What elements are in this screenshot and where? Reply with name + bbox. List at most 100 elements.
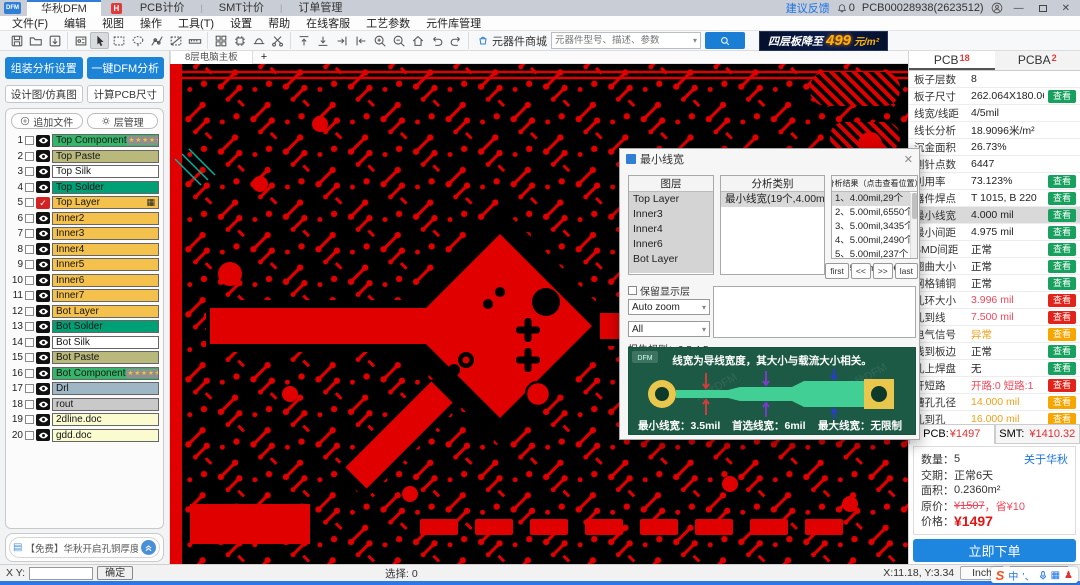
- layer-visibility-eye-icon[interactable]: [36, 305, 50, 317]
- area-select-icon[interactable]: [166, 32, 185, 49]
- component-icon[interactable]: [230, 32, 249, 49]
- dialog-close-icon[interactable]: ✕: [904, 153, 913, 166]
- redo-icon[interactable]: [446, 32, 465, 49]
- pager-button-<<[interactable]: <<: [851, 263, 871, 279]
- menu-item-帮助[interactable]: 帮助: [260, 15, 298, 31]
- analysis-row-槽孔孔径[interactable]: 槽孔孔径14.000 mil查看: [909, 394, 1080, 411]
- dialog-layer-item[interactable]: Bot Layer: [629, 252, 713, 267]
- layer-name-bar[interactable]: Inner5: [52, 258, 159, 271]
- promo-notice[interactable]: ▤ 【免费】华秋开启孔铜厚度检测活动: [9, 537, 160, 558]
- add-tab-button[interactable]: +: [253, 51, 275, 63]
- layer-row-Inner2[interactable]: 6Inner2: [9, 211, 160, 227]
- view-button[interactable]: 查看: [1048, 260, 1076, 273]
- align-bottom-icon[interactable]: [313, 32, 332, 49]
- marquee-icon[interactable]: [109, 32, 128, 49]
- layer-row-Bot Paste[interactable]: 15Bot Paste: [9, 350, 160, 366]
- view-button[interactable]: 查看: [1048, 345, 1076, 358]
- layer-checkbox[interactable]: [25, 291, 34, 300]
- apptab-dfm[interactable]: 华秋DFM: [27, 0, 101, 16]
- view-button[interactable]: 查看: [1048, 362, 1076, 375]
- layer-visibility-eye-icon[interactable]: [36, 228, 50, 240]
- results-scrollbar[interactable]: [910, 193, 917, 258]
- save-icon[interactable]: [7, 32, 26, 49]
- dialog-result-item[interactable]: 3、5.00mil,3435个: [832, 220, 910, 234]
- cut-icon[interactable]: [268, 32, 287, 49]
- layer-row-Top Layer[interactable]: 5✓Top Layer▦: [9, 195, 160, 211]
- maximize-button[interactable]: [1035, 3, 1051, 14]
- apptab-smt-quote[interactable]: SMT计价: [205, 0, 278, 16]
- skin-icon[interactable]: ♟: [1064, 570, 1073, 581]
- zoom-mode-select[interactable]: Auto zoom▾: [628, 299, 710, 315]
- collapse-notice-button[interactable]: [141, 540, 156, 555]
- layer-name-bar[interactable]: Inner6: [52, 274, 159, 287]
- export-icon[interactable]: [45, 32, 64, 49]
- layer-checkbox[interactable]: [25, 167, 34, 176]
- push-right-icon[interactable]: [332, 32, 351, 49]
- layer-visibility-eye-icon[interactable]: [36, 212, 50, 224]
- layer-name-bar[interactable]: 2dline.doc: [52, 413, 159, 426]
- menu-item-元件库管理[interactable]: 元件库管理: [418, 15, 489, 31]
- layer-row-Top Paste[interactable]: 2Top Paste: [9, 149, 160, 165]
- layer-name-bar[interactable]: rout: [52, 398, 159, 411]
- analysis-row-SMD间距[interactable]: SMD间距正常查看: [909, 241, 1080, 258]
- analysis-row-翘曲大小[interactable]: 翘曲大小正常查看: [909, 258, 1080, 275]
- analysis-row-孔到孔[interactable]: 孔到孔16.000 mil查看: [909, 411, 1080, 424]
- apptab-orders[interactable]: 订单管理: [284, 0, 356, 16]
- analysis-row-电气信号[interactable]: 电气信号异常查看: [909, 326, 1080, 343]
- layer-visibility-eye-icon[interactable]: [36, 352, 50, 364]
- layer-row-Inner5[interactable]: 9Inner5: [9, 257, 160, 273]
- pager-button-first[interactable]: first: [825, 263, 849, 279]
- layer-row-Top Component[interactable]: 1Top Component★★★★★★: [9, 133, 160, 149]
- view-button[interactable]: 查看: [1048, 294, 1076, 307]
- mic-icon[interactable]: [1039, 570, 1047, 581]
- analysis-row-孔环大小[interactable]: 孔环大小3.996 mil查看: [909, 292, 1080, 309]
- xy-input[interactable]: [29, 567, 93, 580]
- layer-checkbox[interactable]: [25, 229, 34, 238]
- menu-item-在线客服[interactable]: 在线客服: [298, 15, 358, 31]
- analysis-row-板子层数[interactable]: 板子层数8: [909, 71, 1080, 88]
- zoom-in-icon[interactable]: [370, 32, 389, 49]
- order-now-button[interactable]: 立即下单: [913, 539, 1076, 562]
- analysis-row-线长分析[interactable]: 线长分析18.9096米/m²: [909, 122, 1080, 139]
- layer-checkbox[interactable]: [25, 183, 34, 192]
- layer-visibility-eye-icon[interactable]: [36, 259, 50, 271]
- assembly-analysis-settings-button[interactable]: 组装分析设置: [5, 57, 83, 79]
- view-button[interactable]: 查看: [1048, 226, 1076, 239]
- layer-row-Drl[interactable]: 17Drl: [9, 381, 160, 397]
- analysis-row-测针点数[interactable]: 测针点数6447: [909, 156, 1080, 173]
- layer-name-bar[interactable]: Top Paste: [52, 150, 159, 163]
- layer-name-bar[interactable]: Bot Silk: [52, 336, 159, 349]
- layer-name-bar[interactable]: Bot Solder: [52, 320, 159, 333]
- layer-checkbox[interactable]: [25, 415, 34, 424]
- sogou-logo-icon[interactable]: S: [996, 568, 1005, 583]
- layer-name-bar[interactable]: Inner2: [52, 212, 159, 225]
- parts-search-box[interactable]: ▾: [551, 32, 701, 49]
- layer-visibility-eye-icon[interactable]: [36, 321, 50, 333]
- layer-name-bar[interactable]: Drl: [52, 382, 159, 395]
- analysis-row-孔到线[interactable]: 孔到线7.500 mil查看: [909, 309, 1080, 326]
- tab-pcb[interactable]: PCB18: [909, 51, 995, 70]
- layer-visibility-eye-icon[interactable]: [36, 274, 50, 286]
- zoom-out-icon[interactable]: [389, 32, 408, 49]
- layer-row-Top Solder[interactable]: 4Top Solder: [9, 180, 160, 196]
- layer-row-Bot Solder[interactable]: 13Bot Solder: [9, 319, 160, 335]
- dialog-result-item[interactable]: 2、5.00mil,6550个: [832, 206, 910, 220]
- board-icon[interactable]: [71, 32, 90, 49]
- dialog-titlebar[interactable]: 最小线宽 ✕: [620, 149, 919, 169]
- analysis-row-最小间距[interactable]: 最小间距4.975 mil查看: [909, 224, 1080, 241]
- minimize-button[interactable]: —: [1010, 3, 1028, 14]
- layer-checkbox[interactable]: [25, 198, 34, 207]
- xy-confirm-button[interactable]: 确定: [97, 566, 133, 580]
- layer-visibility-eye-icon[interactable]: [36, 398, 50, 410]
- layer-checkbox[interactable]: [25, 338, 34, 347]
- menu-item-视图[interactable]: 视图: [94, 15, 132, 31]
- layer-visibility-eye-icon[interactable]: [36, 414, 50, 426]
- view-button[interactable]: 查看: [1048, 277, 1076, 290]
- menu-item-工具(T)[interactable]: 工具(T): [170, 15, 222, 31]
- document-tab[interactable]: 8层电脑主板: [170, 51, 253, 64]
- lang-mode-icon[interactable]: 中: [1008, 568, 1018, 583]
- layer-visibility-eye-icon[interactable]: [36, 336, 50, 348]
- layer-checkbox[interactable]: [25, 214, 34, 223]
- search-button[interactable]: [705, 32, 745, 49]
- apptab-pcb-quote[interactable]: PCB计价: [126, 0, 199, 16]
